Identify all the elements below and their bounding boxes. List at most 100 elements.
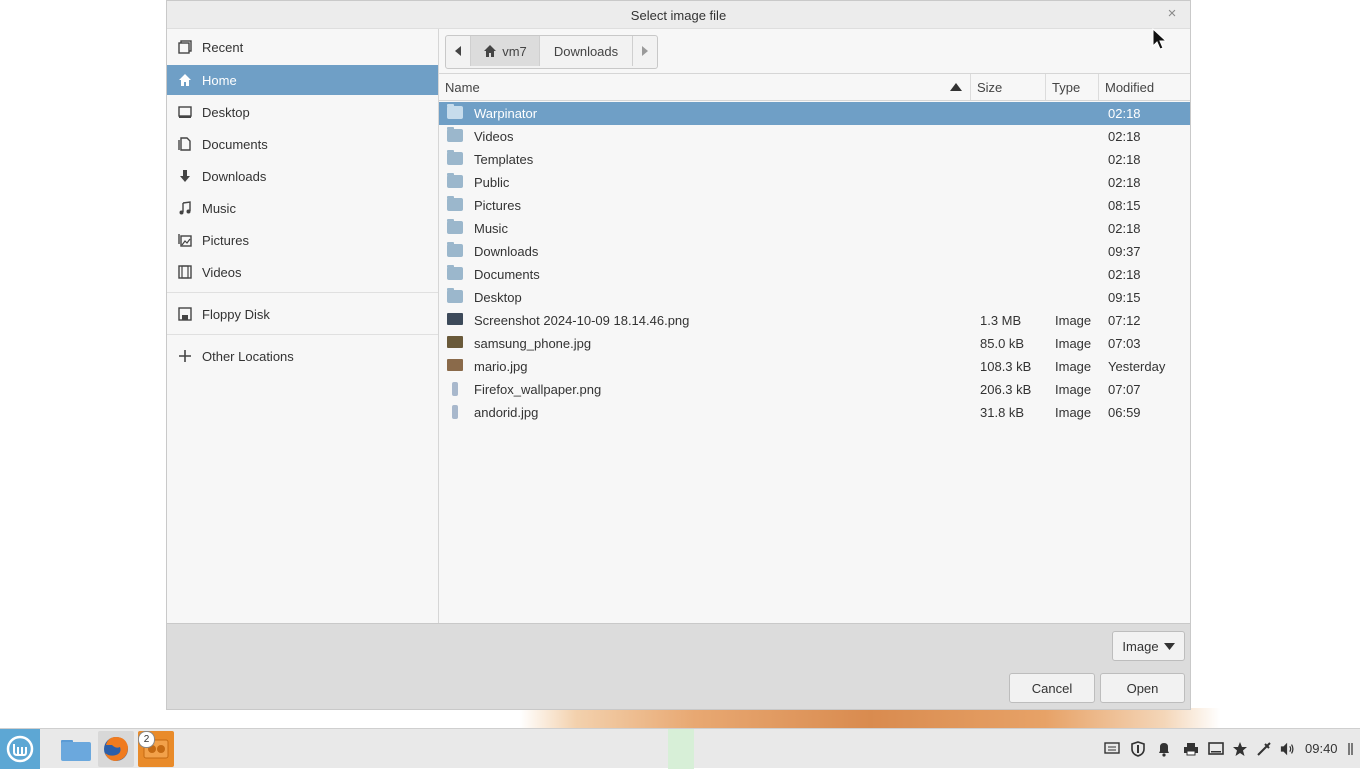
workspace-indicator[interactable] <box>668 729 694 769</box>
volume-icon[interactable] <box>1280 741 1296 757</box>
desktop-icon <box>177 104 193 120</box>
file-name: Firefox_wallpaper.png <box>474 382 602 397</box>
column-header-type[interactable]: Type <box>1046 74 1099 100</box>
file-name: Documents <box>474 267 540 282</box>
network-disconnected-icon[interactable] <box>1256 741 1272 757</box>
file-modified: 07:03 <box>1108 336 1141 351</box>
star-icon[interactable] <box>1232 741 1248 757</box>
sidebar-item-videos[interactable]: Videos <box>167 257 438 287</box>
folder-icon <box>447 196 463 212</box>
path-item-label: Downloads <box>553 43 619 59</box>
taskbar-image-app[interactable]: 2 <box>138 731 174 767</box>
file-row[interactable]: Documents 02:18 <box>439 263 1190 286</box>
file-type: Image <box>1055 382 1092 397</box>
file-row[interactable]: Downloads 09:37 <box>439 240 1190 263</box>
sidebar-item-recent[interactable]: Recent <box>167 32 438 62</box>
image-thumbnail-icon <box>447 382 463 396</box>
file-name: andorid.jpg <box>474 405 539 420</box>
file-row[interactable]: andorid.jpg 31.8 kB Image 06:59 <box>439 401 1190 424</box>
column-header-label: Name <box>445 79 480 95</box>
folder-icon <box>61 740 91 761</box>
file-row[interactable]: samsung_phone.jpg 85.0 kB Image 07:03 <box>439 332 1190 355</box>
path-item-downloads[interactable]: Downloads <box>540 36 633 66</box>
menu-button[interactable] <box>0 729 40 769</box>
file-size: 206.3 kB <box>980 382 1032 397</box>
file-list: Name Size Type Modified Warpinator 02:18 V… <box>439 73 1190 623</box>
close-button[interactable]: × <box>1164 6 1180 22</box>
image-thumbnail-icon <box>447 336 463 350</box>
file-name: Screenshot 2024-10-09 18.14.46.png <box>474 313 690 328</box>
desktop-wallpaper <box>520 708 1220 730</box>
sidebar-item-music[interactable]: Music <box>167 193 438 223</box>
sidebar-item-label: Other Locations <box>202 348 294 364</box>
file-row[interactable]: Warpinator 02:18 <box>439 102 1190 125</box>
sidebar-item-downloads[interactable]: Downloads <box>167 161 438 191</box>
sidebar-item-home[interactable]: Home <box>167 65 438 95</box>
sidebar-item-desktop[interactable]: Desktop <box>167 97 438 127</box>
path-bar: vm7 Downloads <box>445 35 658 69</box>
printer-icon[interactable] <box>1183 741 1199 757</box>
file-row[interactable]: mario.jpg 108.3 kB Image Yesterday <box>439 355 1190 378</box>
path-forward-button[interactable] <box>633 36 657 66</box>
sidebar-item-floppy-disk[interactable]: Floppy Disk <box>167 299 438 329</box>
path-back-button[interactable] <box>446 36 471 66</box>
sidebar-item-label: Documents <box>202 136 268 152</box>
sidebar-item-label: Desktop <box>202 104 250 120</box>
open-button[interactable]: Open <box>1100 673 1185 703</box>
file-modified: 09:15 <box>1108 290 1141 305</box>
column-header-modified[interactable]: Modified <box>1099 74 1190 100</box>
file-row[interactable]: Templates 02:18 <box>439 148 1190 171</box>
cancel-button[interactable]: Cancel <box>1009 673 1095 703</box>
sidebar-item-pictures[interactable]: Pictures <box>167 225 438 255</box>
videos-icon <box>177 264 193 280</box>
file-type: Image <box>1055 359 1092 374</box>
file-row[interactable]: Screenshot 2024-10-09 18.14.46.png 1.3 MB… <box>439 309 1190 332</box>
file-row[interactable]: Videos 02:18 <box>439 125 1190 148</box>
file-size: 1.3 MB <box>980 313 1022 328</box>
keyboard-layout-icon[interactable] <box>1104 741 1120 757</box>
file-list-header: Name Size Type Modified <box>439 74 1190 101</box>
file-row[interactable]: Pictures 08:15 <box>439 194 1190 217</box>
file-size: 85.0 kB <box>980 336 1025 351</box>
file-row[interactable]: Public 02:18 <box>439 171 1190 194</box>
column-header-size[interactable]: Size <box>971 74 1046 100</box>
file-row[interactable]: Desktop 09:15 <box>439 286 1190 309</box>
file-row[interactable]: Firefox_wallpaper.png 206.3 kB Image 07:07 <box>439 378 1190 401</box>
taskbar-firefox-app[interactable] <box>98 731 134 767</box>
file-modified: 02:18 <box>1108 175 1141 190</box>
clock[interactable]: 09:40 <box>1305 741 1338 756</box>
places-sidebar: Recent Home Desktop Documents Downloads <box>167 29 439 623</box>
plus-icon <box>177 348 193 364</box>
filter-label: Image <box>1122 638 1159 654</box>
floppy-icon <box>177 306 193 322</box>
chevron-down-icon <box>1163 642 1175 650</box>
sidebar-divider <box>167 334 438 335</box>
documents-icon <box>177 136 193 152</box>
file-size: 31.8 kB <box>980 405 1025 420</box>
panel-handle <box>1348 742 1354 756</box>
dialog-title: Select image file <box>630 8 727 23</box>
file-modified: 02:18 <box>1108 267 1141 282</box>
firefox-icon <box>104 737 128 761</box>
taskbar-files-app[interactable] <box>58 731 94 767</box>
taskbar: 2 09:40 <box>0 728 1360 769</box>
file-modified: 02:18 <box>1108 152 1141 167</box>
file-type-filter-dropdown[interactable]: Image <box>1112 631 1185 661</box>
folder-icon <box>447 104 463 120</box>
sidebar-item-label: Videos <box>202 264 242 280</box>
file-modified: 07:07 <box>1108 382 1141 397</box>
path-item-home[interactable]: vm7 <box>471 36 540 66</box>
chevron-right-icon <box>642 46 648 56</box>
image-thumbnail-icon <box>447 405 463 419</box>
shield-icon[interactable] <box>1130 741 1146 757</box>
downloads-icon <box>177 168 193 184</box>
file-type: Image <box>1055 405 1092 420</box>
sidebar-item-other-locations[interactable]: Other Locations <box>167 341 438 371</box>
file-modified: 08:15 <box>1108 198 1141 213</box>
column-header-name[interactable]: Name <box>439 74 971 100</box>
sidebar-item-documents[interactable]: Documents <box>167 129 438 159</box>
file-row[interactable]: Music 02:18 <box>439 217 1190 240</box>
file-modified: 07:12 <box>1108 313 1141 328</box>
display-icon[interactable] <box>1208 741 1224 757</box>
bell-icon[interactable] <box>1156 741 1172 757</box>
